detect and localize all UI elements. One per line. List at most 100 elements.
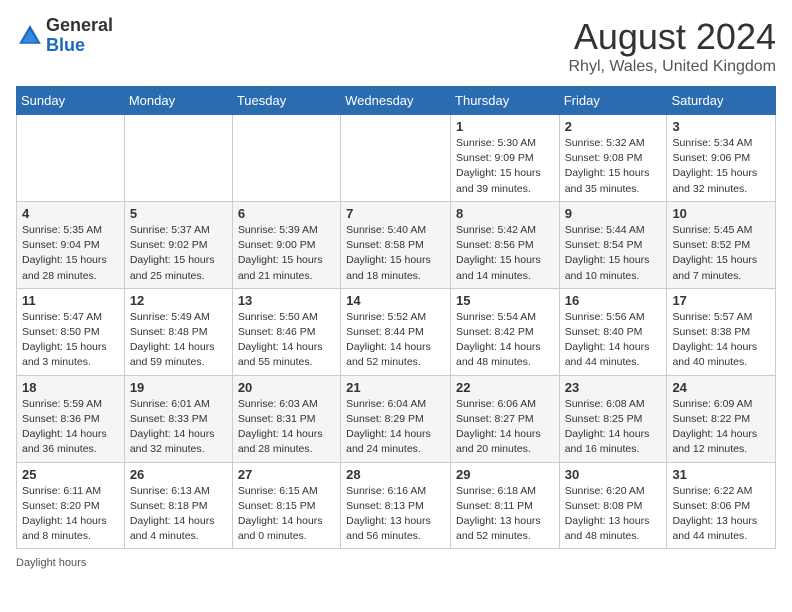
day-number: 3 <box>672 119 770 134</box>
calendar-cell: 13 Sunrise: 5:50 AM Sunset: 8:46 PM Dayli… <box>232 288 340 375</box>
logo-text: General Blue <box>46 16 113 56</box>
day-number: 12 <box>130 293 227 308</box>
day-info: Sunrise: 6:22 AM Sunset: 8:06 PM Dayligh… <box>672 484 770 545</box>
calendar-cell: 10 Sunrise: 5:45 AM Sunset: 8:52 PM Dayli… <box>667 201 776 288</box>
calendar-cell: 3 Sunrise: 5:34 AM Sunset: 9:06 PM Daylig… <box>667 115 776 202</box>
day-info: Sunrise: 5:59 AM Sunset: 8:36 PM Dayligh… <box>22 397 119 458</box>
day-number: 7 <box>346 206 445 221</box>
day-header-sunday: Sunday <box>17 87 125 115</box>
calendar-cell: 2 Sunrise: 5:32 AM Sunset: 9:08 PM Daylig… <box>559 115 667 202</box>
day-header-thursday: Thursday <box>451 87 560 115</box>
day-info: Sunrise: 6:03 AM Sunset: 8:31 PM Dayligh… <box>238 397 335 458</box>
day-info: Sunrise: 5:39 AM Sunset: 9:00 PM Dayligh… <box>238 223 335 284</box>
day-number: 28 <box>346 467 445 482</box>
calendar-cell: 27Sunrise: 6:15 AM Sunset: 8:15 PM Dayli… <box>232 462 340 549</box>
calendar-footer: Daylight hours <box>16 557 776 569</box>
day-header-monday: Monday <box>124 87 232 115</box>
logo: General Blue <box>16 16 113 56</box>
days-header-row: SundayMondayTuesdayWednesdayThursdayFrid… <box>17 87 776 115</box>
week-row-2: 4Sunrise: 5:35 AM Sunset: 9:04 PM Daylig… <box>17 201 776 288</box>
day-number: 10 <box>672 206 770 221</box>
calendar-cell: 15 Sunrise: 5:54 AM Sunset: 8:42 PM Dayli… <box>451 288 560 375</box>
day-info: Sunrise: 5:35 AM Sunset: 9:04 PM Dayligh… <box>22 223 119 284</box>
week-row-4: 18 Sunrise: 5:59 AM Sunset: 8:36 PM Dayli… <box>17 375 776 462</box>
day-info: Sunrise: 5:44 AM Sunset: 8:54 PM Dayligh… <box>565 223 662 284</box>
calendar-cell <box>341 115 451 202</box>
day-number: 24 <box>672 380 770 395</box>
day-info: Sunrise: 5:42 AM Sunset: 8:56 PM Dayligh… <box>456 223 554 284</box>
calendar-cell: 19 Sunrise: 6:01 AM Sunset: 8:33 PM Dayli… <box>124 375 232 462</box>
week-row-3: 11Sunrise: 5:47 AM Sunset: 8:50 PM Dayli… <box>17 288 776 375</box>
calendar-cell: 26 Sunrise: 6:13 AM Sunset: 8:18 PM Dayli… <box>124 462 232 549</box>
logo-blue: Blue <box>46 35 85 55</box>
day-number: 23 <box>565 380 662 395</box>
calendar-cell: 6 Sunrise: 5:39 AM Sunset: 9:00 PM Daylig… <box>232 201 340 288</box>
calendar-cell: 28 Sunrise: 6:16 AM Sunset: 8:13 PM Dayli… <box>341 462 451 549</box>
day-number: 6 <box>238 206 335 221</box>
day-number: 25 <box>22 467 119 482</box>
day-info: Sunrise: 6:09 AM Sunset: 8:22 PM Dayligh… <box>672 397 770 458</box>
calendar-cell: 31 Sunrise: 6:22 AM Sunset: 8:06 PM Dayli… <box>667 462 776 549</box>
day-info: Sunrise: 5:49 AM Sunset: 8:48 PM Dayligh… <box>130 310 227 371</box>
day-number: 8 <box>456 206 554 221</box>
day-info: Sunrise: 6:01 AM Sunset: 8:33 PM Dayligh… <box>130 397 227 458</box>
calendar-cell: 23Sunrise: 6:08 AM Sunset: 8:25 PM Dayli… <box>559 375 667 462</box>
calendar-cell: 4Sunrise: 5:35 AM Sunset: 9:04 PM Daylig… <box>17 201 125 288</box>
day-number: 22 <box>456 380 554 395</box>
calendar-cell: 9Sunrise: 5:44 AM Sunset: 8:54 PM Daylig… <box>559 201 667 288</box>
day-number: 16 <box>565 293 662 308</box>
month-year: August 2024 <box>569 16 777 58</box>
calendar-table: SundayMondayTuesdayWednesdayThursdayFrid… <box>16 86 776 549</box>
footer-label: Daylight hours <box>16 557 86 569</box>
calendar-cell: 5 Sunrise: 5:37 AM Sunset: 9:02 PM Daylig… <box>124 201 232 288</box>
day-number: 29 <box>456 467 554 482</box>
day-info: Sunrise: 5:32 AM Sunset: 9:08 PM Dayligh… <box>565 136 662 197</box>
day-header-tuesday: Tuesday <box>232 87 340 115</box>
day-number: 21 <box>346 380 445 395</box>
calendar-cell: 8 Sunrise: 5:42 AM Sunset: 8:56 PM Daylig… <box>451 201 560 288</box>
week-row-1: 1Sunrise: 5:30 AM Sunset: 9:09 PM Daylig… <box>17 115 776 202</box>
day-number: 5 <box>130 206 227 221</box>
day-info: Sunrise: 6:15 AM Sunset: 8:15 PM Dayligh… <box>238 484 335 545</box>
calendar-cell: 7 Sunrise: 5:40 AM Sunset: 8:58 PM Daylig… <box>341 201 451 288</box>
calendar-cell: 14 Sunrise: 5:52 AM Sunset: 8:44 PM Dayli… <box>341 288 451 375</box>
calendar-cell <box>232 115 340 202</box>
day-info: Sunrise: 5:54 AM Sunset: 8:42 PM Dayligh… <box>456 310 554 371</box>
day-number: 2 <box>565 119 662 134</box>
day-number: 30 <box>565 467 662 482</box>
calendar-cell: 30Sunrise: 6:20 AM Sunset: 8:08 PM Dayli… <box>559 462 667 549</box>
day-info: Sunrise: 5:57 AM Sunset: 8:38 PM Dayligh… <box>672 310 770 371</box>
day-number: 15 <box>456 293 554 308</box>
day-number: 26 <box>130 467 227 482</box>
day-info: Sunrise: 6:11 AM Sunset: 8:20 PM Dayligh… <box>22 484 119 545</box>
calendar-cell: 29Sunrise: 6:18 AM Sunset: 8:11 PM Dayli… <box>451 462 560 549</box>
day-info: Sunrise: 6:06 AM Sunset: 8:27 PM Dayligh… <box>456 397 554 458</box>
day-info: Sunrise: 5:56 AM Sunset: 8:40 PM Dayligh… <box>565 310 662 371</box>
day-info: Sunrise: 5:37 AM Sunset: 9:02 PM Dayligh… <box>130 223 227 284</box>
day-info: Sunrise: 5:50 AM Sunset: 8:46 PM Dayligh… <box>238 310 335 371</box>
day-info: Sunrise: 5:34 AM Sunset: 9:06 PM Dayligh… <box>672 136 770 197</box>
day-number: 18 <box>22 380 119 395</box>
day-number: 19 <box>130 380 227 395</box>
calendar-cell <box>124 115 232 202</box>
calendar-cell: 21 Sunrise: 6:04 AM Sunset: 8:29 PM Dayli… <box>341 375 451 462</box>
title-block: August 2024 Rhyl, Wales, United Kingdom <box>569 16 777 76</box>
day-header-wednesday: Wednesday <box>341 87 451 115</box>
calendar-cell: 22 Sunrise: 6:06 AM Sunset: 8:27 PM Dayli… <box>451 375 560 462</box>
day-number: 11 <box>22 293 119 308</box>
week-row-5: 25 Sunrise: 6:11 AM Sunset: 8:20 PM Dayli… <box>17 462 776 549</box>
calendar-cell: 16 Sunrise: 5:56 AM Sunset: 8:40 PM Dayli… <box>559 288 667 375</box>
calendar-cell: 11Sunrise: 5:47 AM Sunset: 8:50 PM Dayli… <box>17 288 125 375</box>
logo-general: General <box>46 15 113 35</box>
calendar-cell: 25 Sunrise: 6:11 AM Sunset: 8:20 PM Dayli… <box>17 462 125 549</box>
day-info: Sunrise: 6:13 AM Sunset: 8:18 PM Dayligh… <box>130 484 227 545</box>
day-number: 31 <box>672 467 770 482</box>
day-number: 13 <box>238 293 335 308</box>
day-info: Sunrise: 6:16 AM Sunset: 8:13 PM Dayligh… <box>346 484 445 545</box>
day-number: 14 <box>346 293 445 308</box>
location: Rhyl, Wales, United Kingdom <box>569 58 777 76</box>
day-info: Sunrise: 6:04 AM Sunset: 8:29 PM Dayligh… <box>346 397 445 458</box>
day-info: Sunrise: 5:52 AM Sunset: 8:44 PM Dayligh… <box>346 310 445 371</box>
day-info: Sunrise: 5:40 AM Sunset: 8:58 PM Dayligh… <box>346 223 445 284</box>
day-info: Sunrise: 5:45 AM Sunset: 8:52 PM Dayligh… <box>672 223 770 284</box>
